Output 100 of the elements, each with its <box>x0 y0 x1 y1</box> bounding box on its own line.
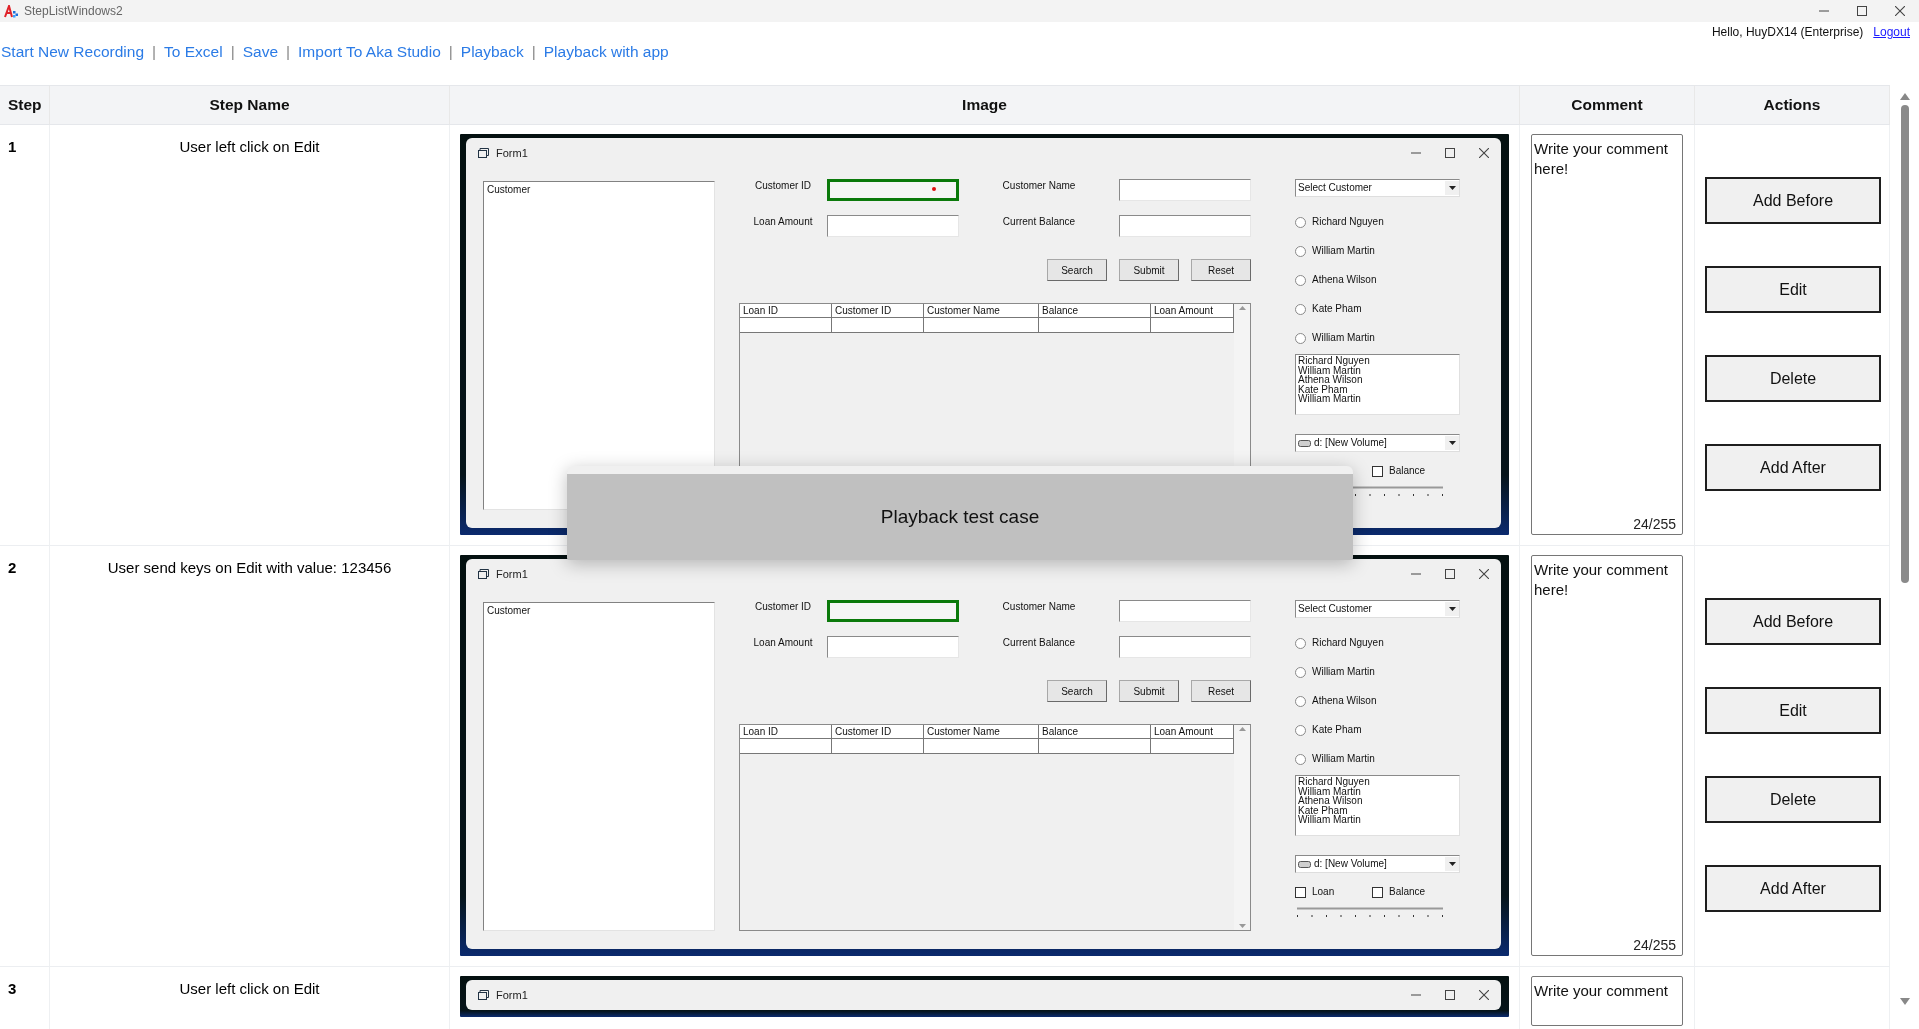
user-greeting: Hello, HuyDX14 (Enterprise) <box>1711 25 1864 39</box>
action-button[interactable]: Edit <box>1705 266 1881 313</box>
radio-label: William Martin <box>1312 245 1375 257</box>
column-header: Comment <box>1520 85 1695 125</box>
checkbox-label: Loan <box>1312 886 1335 898</box>
click-marker <box>932 187 936 191</box>
toolbar-link[interactable]: To Excel <box>164 43 223 61</box>
drive-dropdown[interactable]: d: [New Volume] <box>1295 434 1460 452</box>
scroll-up-icon[interactable] <box>1238 306 1246 310</box>
list-item: Athena Wilson <box>1298 796 1363 806</box>
toolbar-link[interactable]: Save <box>242 43 278 61</box>
radio-button[interactable] <box>1295 724 1306 736</box>
toolbar-link[interactable]: Playback <box>460 43 524 61</box>
step-number: 2 <box>7 558 17 576</box>
customer-dropdown[interactable]: Select Customer <box>1295 179 1460 197</box>
list-item: William Martin <box>1298 394 1361 404</box>
form-button[interactable]: Search <box>1047 680 1107 702</box>
field-label: Customer ID <box>754 179 812 191</box>
maximize-icon[interactable] <box>1445 569 1455 579</box>
list-item: William Martin <box>1298 365 1361 376</box>
customer-list[interactable]: Customer <box>483 181 715 510</box>
caret-icon <box>1448 607 1456 611</box>
radio-label: William Martin <box>1312 666 1375 678</box>
scrollbar-thumb[interactable] <box>1900 105 1909 583</box>
checkbox-label: Balance <box>1389 465 1426 477</box>
input-field[interactable] <box>827 215 959 237</box>
checkbox[interactable] <box>1372 465 1383 477</box>
action-button[interactable]: Edit <box>1705 687 1881 734</box>
form-button[interactable]: Submit <box>1119 259 1179 281</box>
maximize-icon[interactable] <box>1445 990 1455 1000</box>
scroll-down-icon[interactable] <box>1898 997 1911 1007</box>
toolbar-link[interactable]: Import To Aka Studio <box>298 43 441 61</box>
input-field[interactable] <box>827 636 959 658</box>
input-field[interactable] <box>1119 179 1251 201</box>
form-button[interactable]: Submit <box>1119 680 1179 702</box>
radio-button[interactable] <box>1295 332 1306 344</box>
caret-icon <box>1448 862 1456 866</box>
window-title: Form1 <box>496 147 528 159</box>
checkbox[interactable] <box>1372 886 1383 898</box>
radio-button[interactable] <box>1295 753 1306 765</box>
radio-label: Athena Wilson <box>1312 695 1377 707</box>
input-field[interactable] <box>1119 600 1251 622</box>
window-icon <box>478 569 489 579</box>
comment-field[interactable]: Write your comment <box>1531 976 1683 1026</box>
radio-button[interactable] <box>1295 637 1306 649</box>
list-header: Customer <box>487 605 531 617</box>
radio-button[interactable] <box>1295 216 1306 228</box>
close-icon[interactable] <box>1479 148 1489 158</box>
name-list[interactable]: Richard Nguyen William Martin Athena Wilson Kate Pham William Martin <box>1295 775 1460 836</box>
close-icon[interactable] <box>1895 6 1905 16</box>
app-logo-icon <box>4 4 18 18</box>
logout-link[interactable]: Logout <box>1873 25 1910 39</box>
window-icon <box>478 148 489 158</box>
radio-button[interactable] <box>1295 303 1306 315</box>
form-button[interactable]: Reset <box>1191 680 1251 702</box>
list-header: Customer <box>487 184 531 196</box>
radio-button[interactable] <box>1295 666 1306 678</box>
form-button[interactable]: Reset <box>1191 259 1251 281</box>
step-name: User left click on Edit <box>179 979 320 997</box>
input-field[interactable] <box>1119 215 1251 237</box>
maximize-icon[interactable] <box>1445 148 1455 158</box>
trackbar[interactable] <box>1295 907 1445 918</box>
field-label: Loan Amount <box>753 215 813 227</box>
drive-icon <box>1298 439 1311 447</box>
scroll-down-icon[interactable] <box>1238 924 1246 928</box>
action-button[interactable]: Delete <box>1705 355 1881 402</box>
radio-button[interactable] <box>1295 695 1306 707</box>
toolbar-link[interactable]: Start New Recording <box>1 43 144 61</box>
action-button[interactable]: Add After <box>1705 865 1881 912</box>
drive-dropdown[interactable]: d: [New Volume] <box>1295 855 1460 873</box>
toolbar-link[interactable]: Playback with app <box>543 43 669 61</box>
input-field[interactable] <box>1119 636 1251 658</box>
radio-button[interactable] <box>1295 274 1306 286</box>
action-button[interactable]: Add Before <box>1705 177 1881 224</box>
input-field[interactable] <box>827 179 959 201</box>
drive-icon <box>1298 860 1311 868</box>
scroll-up-icon[interactable] <box>1898 91 1911 101</box>
customer-list[interactable]: Customer <box>483 602 715 931</box>
window-title: Form1 <box>496 568 528 580</box>
customer-dropdown[interactable]: Select Customer <box>1295 600 1460 618</box>
close-icon[interactable] <box>1479 569 1489 579</box>
action-button[interactable]: Add Before <box>1705 598 1881 645</box>
column-header: Step <box>0 85 50 125</box>
scroll-up-icon[interactable] <box>1238 727 1246 731</box>
form-button[interactable]: Search <box>1047 259 1107 281</box>
window-title: StepListWindows2 <box>24 4 123 18</box>
name-list[interactable]: Richard Nguyen William Martin Athena Wilson Kate Pham William Martin <box>1295 354 1460 415</box>
radio-button[interactable] <box>1295 245 1306 257</box>
field-label: Current Balance <box>1002 636 1076 648</box>
input-field[interactable] <box>827 600 959 622</box>
close-icon[interactable] <box>1479 990 1489 1000</box>
checkbox[interactable] <box>1295 886 1306 898</box>
radio-label: William Martin <box>1312 332 1375 344</box>
caret-icon <box>1448 186 1456 190</box>
column-header: Actions <box>1695 85 1890 125</box>
link-separator: | <box>448 43 453 61</box>
restore-icon[interactable] <box>1857 6 1867 16</box>
step-number: 1 <box>7 137 17 155</box>
action-button[interactable]: Delete <box>1705 776 1881 823</box>
action-button[interactable]: Add After <box>1705 444 1881 491</box>
